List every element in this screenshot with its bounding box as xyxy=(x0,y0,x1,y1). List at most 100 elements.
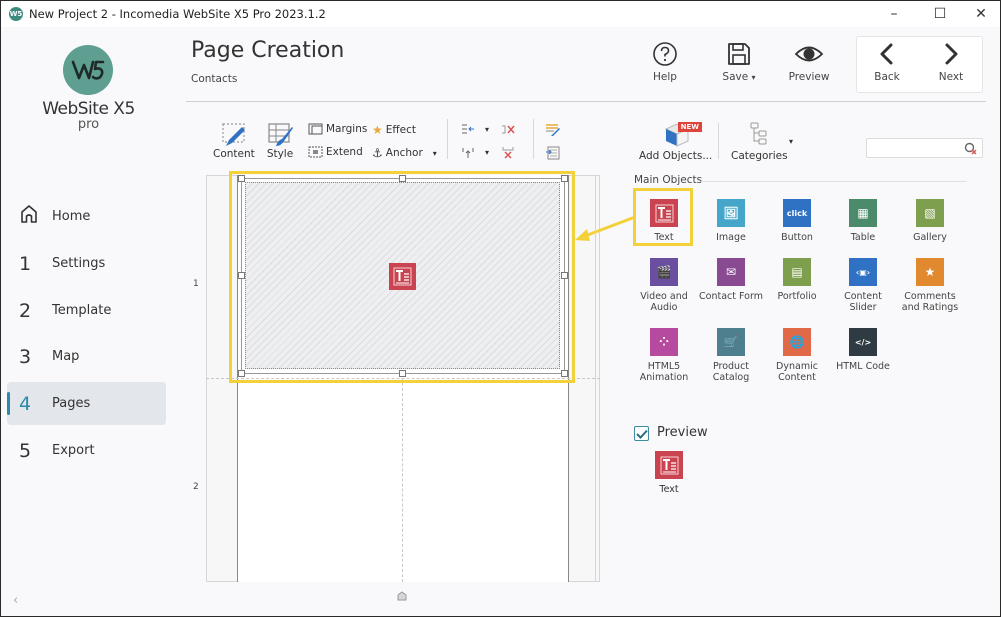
categories-dropdown-icon[interactable]: ▾ xyxy=(789,137,793,146)
header-divider xyxy=(186,101,986,102)
object-product-catalog[interactable]: 🛒 Product Catalog xyxy=(698,328,764,383)
chevron-right-icon xyxy=(945,43,958,65)
remove-column-button[interactable] xyxy=(501,146,515,159)
object-label: Product Catalog xyxy=(712,361,750,383)
save-button[interactable]: Save ▾ xyxy=(711,41,767,93)
distribute-dropdown-icon[interactable]: ▾ xyxy=(485,148,489,157)
dynamic-content-icon: 🌐 xyxy=(783,328,811,356)
object-label: HTML5 Animation xyxy=(639,361,689,383)
anchor-button[interactable]: ⚓ Anchor ▾ xyxy=(372,146,437,160)
content-label: Content xyxy=(213,148,255,160)
column-divider xyxy=(402,378,403,582)
step-number: 4 xyxy=(19,392,32,415)
object-table[interactable]: ▦ Table xyxy=(830,199,896,243)
sidebar-item-pages[interactable]: 4 Pages xyxy=(7,382,166,425)
sidebar-item-export[interactable]: 5 Export xyxy=(7,429,166,472)
sidebar-item-label: Home xyxy=(52,209,91,224)
align-left-button[interactable]: ▾ xyxy=(461,123,489,136)
preview-checkbox[interactable] xyxy=(634,426,649,441)
logo-name: WebSite X5 xyxy=(42,99,135,119)
help-label: Help xyxy=(653,71,677,83)
step-number: 5 xyxy=(19,439,32,462)
window-title: New Project 2 - Incomedia WebSite X5 Pro… xyxy=(29,7,326,21)
check-icon xyxy=(635,429,648,439)
extend-label: Extend xyxy=(326,146,363,158)
preview-item-label: Text xyxy=(659,484,679,495)
clear-search-icon[interactable] xyxy=(964,142,978,156)
main-objects-heading: Main Objects xyxy=(634,174,703,186)
align-dropdown-icon[interactable]: ▾ xyxy=(485,125,489,134)
step-number: 1 xyxy=(19,252,32,275)
categories-button[interactable]: Categories xyxy=(731,121,788,162)
sidebar-item-settings[interactable]: 1 Settings xyxy=(7,242,166,285)
comments-and-ratings-icon: ★ xyxy=(916,258,944,286)
image-icon: 🖼 xyxy=(717,199,745,227)
object-label: Content Slider xyxy=(844,291,882,313)
object-html-code[interactable]: </> HTML Code xyxy=(830,328,896,372)
object-label: Comments and Ratings xyxy=(901,291,959,313)
remove-row-button[interactable] xyxy=(501,123,515,136)
object-comments-and-ratings[interactable]: ★ Comments and Ratings xyxy=(897,258,963,313)
effect-button[interactable]: ★ Effect xyxy=(372,123,416,137)
help-icon xyxy=(653,42,677,66)
content-edit-icon xyxy=(222,123,245,146)
sidebar-item-label: Template xyxy=(52,303,112,318)
paste-format-button[interactable] xyxy=(545,146,561,160)
content-button[interactable]: Content xyxy=(213,122,255,160)
object-search-input[interactable] xyxy=(866,138,983,161)
format-painter-button[interactable] xyxy=(545,123,561,137)
effect-label: Effect xyxy=(385,124,416,136)
sidebar-item-template[interactable]: 2 Template xyxy=(7,289,166,332)
logo-mark xyxy=(63,45,113,95)
preview-item-text: Text xyxy=(636,451,702,495)
object-label: HTML Code xyxy=(836,361,890,372)
arrow-annotation-icon xyxy=(575,215,636,241)
home-icon xyxy=(19,204,49,229)
object-button[interactable]: click Button xyxy=(764,199,830,243)
page-subtitle: Contacts xyxy=(191,73,238,85)
categories-tree-icon xyxy=(750,122,767,145)
scroll-anchor-handle[interactable] xyxy=(397,586,407,605)
object-video-and-audio[interactable]: 🎬 Video and Audio xyxy=(631,258,697,313)
margins-button[interactable]: Margins xyxy=(308,123,367,135)
star-icon: ★ xyxy=(372,123,383,137)
distribute-button[interactable]: ▾ xyxy=(461,146,489,159)
chevron-left-icon xyxy=(880,43,893,65)
page-title: Page Creation xyxy=(191,38,345,63)
text-object-highlight xyxy=(633,188,693,246)
object-label: Gallery xyxy=(913,232,947,243)
sidebar-item-home[interactable]: Home xyxy=(7,195,166,238)
preview-checkbox-label: Preview xyxy=(657,425,708,440)
object-label: Dynamic Content xyxy=(776,361,818,383)
next-label: Next xyxy=(938,71,964,83)
next-button[interactable]: Next xyxy=(923,41,979,93)
portfolio-icon: ▤ xyxy=(783,258,811,286)
object-dynamic-content[interactable]: 🌐 Dynamic Content xyxy=(764,328,830,383)
minimize-button[interactable]: – xyxy=(871,1,917,27)
save-label: Save ▾ xyxy=(722,71,756,83)
canvas-right-edge xyxy=(595,175,596,582)
collapse-sidebar-button[interactable]: ‹ xyxy=(13,593,18,608)
object-html5-animation[interactable]: ⁘ HTML5 Animation xyxy=(631,328,697,383)
sidebar-item-map[interactable]: 3 Map xyxy=(7,335,166,378)
preview-button[interactable]: Preview xyxy=(781,41,837,93)
object-contact-form[interactable]: ✉ Contact Form xyxy=(698,258,764,302)
back-button[interactable]: Back xyxy=(859,41,915,93)
help-button[interactable]: Help xyxy=(637,41,693,93)
search-input[interactable] xyxy=(867,142,962,161)
maximize-button[interactable]: ☐ xyxy=(917,1,963,27)
add-objects-button[interactable]: NEW Add Objects... xyxy=(639,121,712,162)
remove-column-icon xyxy=(502,147,514,159)
object-label: Video and Audio xyxy=(640,291,688,313)
style-button[interactable]: Style xyxy=(266,122,294,160)
object-content-slider[interactable]: ‹▣› Content Slider xyxy=(830,258,896,313)
table-icon: ▦ xyxy=(849,199,877,227)
object-image[interactable]: 🖼 Image xyxy=(698,199,764,243)
object-gallery[interactable]: ▧ Gallery xyxy=(897,199,963,243)
extend-button[interactable]: Extend xyxy=(308,146,363,158)
object-portfolio[interactable]: ▤ Portfolio xyxy=(764,258,830,302)
close-button[interactable]: ✕ xyxy=(958,1,1001,27)
anchor-dropdown-icon[interactable]: ▾ xyxy=(433,149,437,158)
row-number: 2 xyxy=(193,482,199,492)
preview-label: Preview xyxy=(788,71,830,83)
